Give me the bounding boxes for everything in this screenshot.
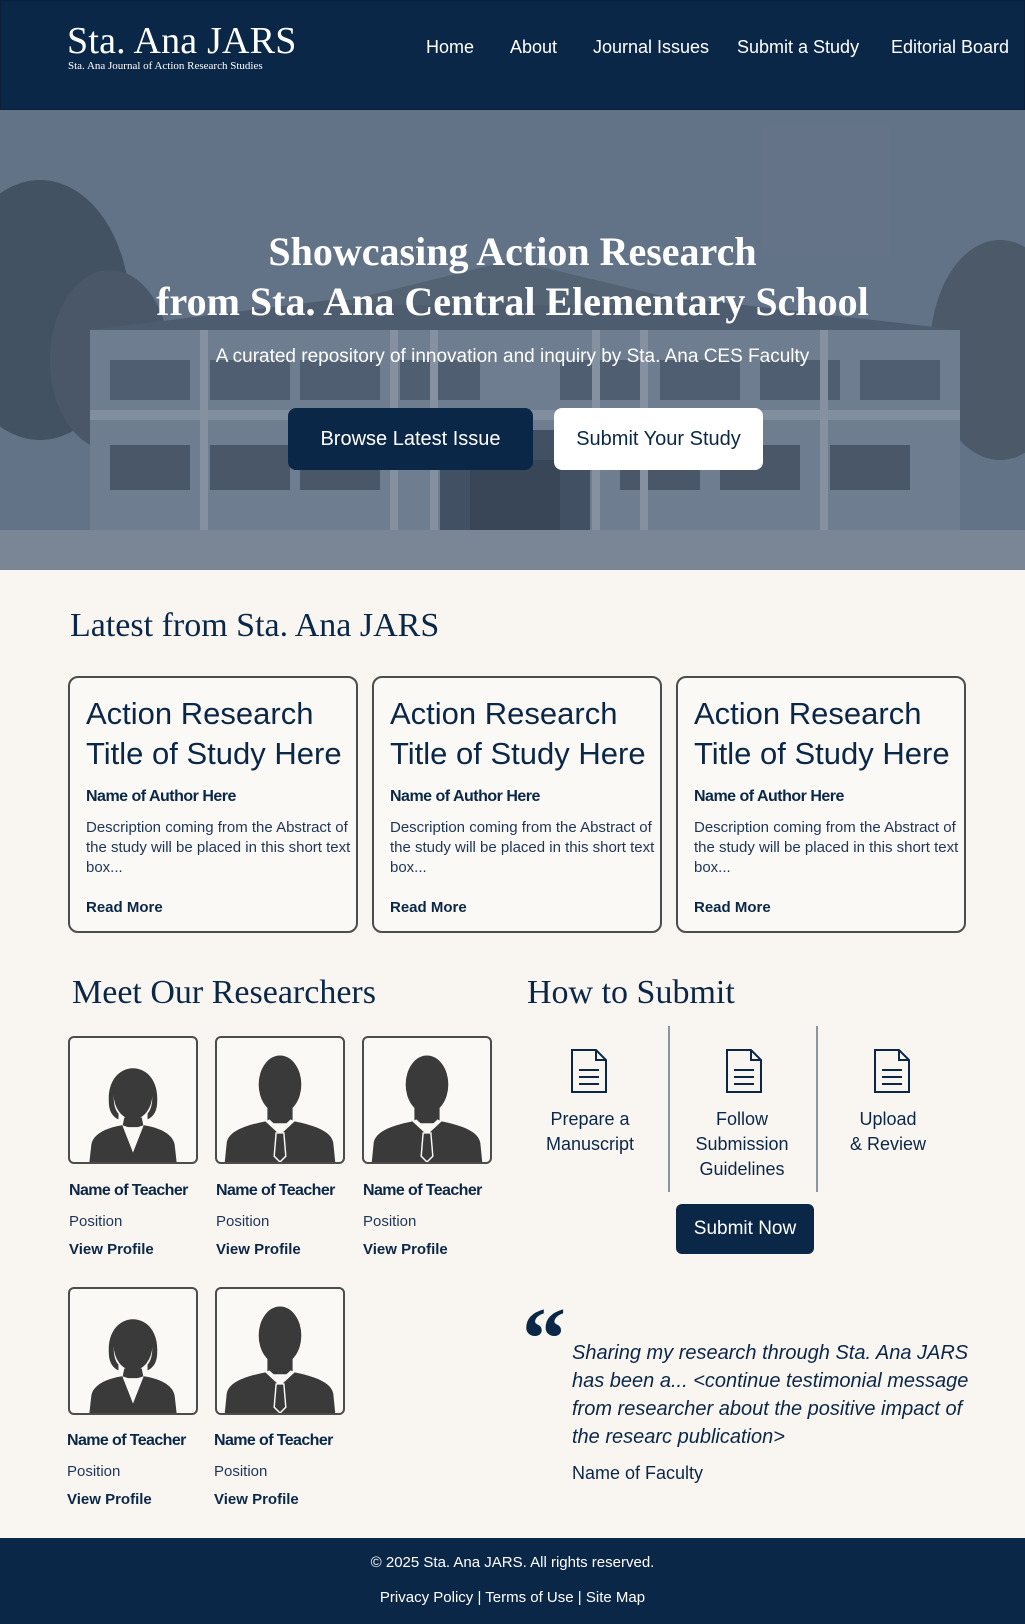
view-profile-link[interactable]: View Profile xyxy=(69,1241,154,1258)
site-header: Sta. Ana JARS Sta. Ana Journal of Action… xyxy=(0,0,1025,110)
step-upload-review: Upload & Review xyxy=(849,1109,927,1154)
footer-separator: | xyxy=(577,1589,582,1606)
document-icon xyxy=(874,1049,910,1093)
hero-title-line1: Showcasing Action Research xyxy=(268,229,757,274)
study-description: Description coming from the Abstract of … xyxy=(390,819,655,876)
document-icon xyxy=(571,1049,607,1093)
study-title[interactable]: Action Research Title of Study Here xyxy=(86,694,351,774)
logo-subtitle: Sta. Ana Journal of Action Research Stud… xyxy=(68,60,263,72)
female-avatar-icon[interactable] xyxy=(68,1287,198,1415)
researcher-name: Name of Teacher xyxy=(363,1182,482,1199)
site-map-link[interactable]: Site Map xyxy=(586,1589,645,1606)
male-avatar-icon[interactable] xyxy=(215,1287,345,1415)
view-profile-link[interactable]: View Profile xyxy=(216,1241,301,1258)
researchers-heading: Meet Our Researchers xyxy=(72,974,376,1011)
researcher-name: Name of Teacher xyxy=(216,1182,335,1199)
view-profile-link[interactable]: View Profile xyxy=(214,1491,299,1508)
terms-of-use-link[interactable]: Terms of Use xyxy=(485,1589,573,1606)
researcher-position: Position xyxy=(67,1463,121,1480)
step-prepare-manuscript: Prepare a Manuscript xyxy=(545,1109,635,1154)
researcher-name: Name of Teacher xyxy=(67,1432,186,1449)
researcher-name: Name of Teacher xyxy=(69,1182,188,1199)
study-description: Description coming from the Abstract of … xyxy=(86,819,351,876)
read-more-link[interactable]: Read More xyxy=(390,899,467,916)
researcher-name: Name of Teacher xyxy=(214,1432,333,1449)
read-more-link[interactable]: Read More xyxy=(694,899,771,916)
nav-submit-a-study[interactable]: Submit a Study xyxy=(737,37,859,61)
study-description: Description coming from the Abstract of … xyxy=(694,819,959,876)
researcher-position: Position xyxy=(216,1213,270,1230)
male-avatar-icon[interactable] xyxy=(362,1036,492,1164)
testimonial-text: Sharing my research through Sta. Ana JAR… xyxy=(572,1342,969,1448)
researcher-position: Position xyxy=(214,1463,268,1480)
female-avatar-icon[interactable] xyxy=(68,1036,198,1164)
logo-title[interactable]: Sta. Ana JARS xyxy=(67,19,297,63)
nav-journal-issues[interactable]: Journal Issues xyxy=(593,37,709,61)
footer-links: Privacy Policy | Terms of Use | Site Map xyxy=(0,1589,1025,1606)
quote-icon: “ xyxy=(522,1291,566,1388)
testimonial-author: Name of Faculty xyxy=(572,1463,704,1483)
study-card[interactable]: Action Research Title of Study Here Name… xyxy=(372,676,662,933)
browse-latest-issue-button[interactable]: Browse Latest Issue xyxy=(288,408,533,470)
study-author: Name of Author Here xyxy=(390,788,540,805)
how-to-submit-heading: How to Submit xyxy=(527,974,735,1011)
researcher-position: Position xyxy=(363,1213,417,1230)
site-footer: © 2025 Sta. Ana JARS. All rights reserve… xyxy=(0,1538,1025,1624)
step-divider xyxy=(668,1026,670,1192)
view-profile-link[interactable]: View Profile xyxy=(67,1491,152,1508)
hero-subtitle: A curated repository of innovation and i… xyxy=(215,346,810,367)
study-card[interactable]: Action Research Title of Study Here Name… xyxy=(68,676,358,933)
study-author: Name of Author Here xyxy=(86,788,236,805)
hero-overlay xyxy=(0,110,1025,570)
nav-editorial-board[interactable]: Editorial Board xyxy=(891,37,1009,61)
nav-about[interactable]: About xyxy=(510,37,557,61)
study-title[interactable]: Action Research Title of Study Here xyxy=(694,694,959,774)
nav-home[interactable]: Home xyxy=(426,37,474,61)
view-profile-link[interactable]: View Profile xyxy=(363,1241,448,1258)
submit-now-button[interactable]: Submit Now xyxy=(676,1204,814,1254)
hero-title-line2: from Sta. Ana Central Elementary School xyxy=(156,279,869,324)
hero-banner: Showcasing Action Research from Sta. Ana… xyxy=(0,110,1025,570)
latest-heading: Latest from Sta. Ana JARS xyxy=(70,607,440,644)
study-card[interactable]: Action Research Title of Study Here Name… xyxy=(676,676,966,933)
document-icon xyxy=(726,1049,762,1093)
privacy-policy-link[interactable]: Privacy Policy xyxy=(380,1589,473,1606)
study-author: Name of Author Here xyxy=(694,788,844,805)
step-follow-guidelines: Follow Submission Guidelines xyxy=(695,1109,789,1179)
researcher-position: Position xyxy=(69,1213,123,1230)
read-more-link[interactable]: Read More xyxy=(86,899,163,916)
submit-your-study-button[interactable]: Submit Your Study xyxy=(554,408,763,470)
copyright-text: © 2025 Sta. Ana JARS. All rights reserve… xyxy=(370,1554,655,1571)
male-avatar-icon[interactable] xyxy=(215,1036,345,1164)
study-title[interactable]: Action Research Title of Study Here xyxy=(390,694,655,774)
